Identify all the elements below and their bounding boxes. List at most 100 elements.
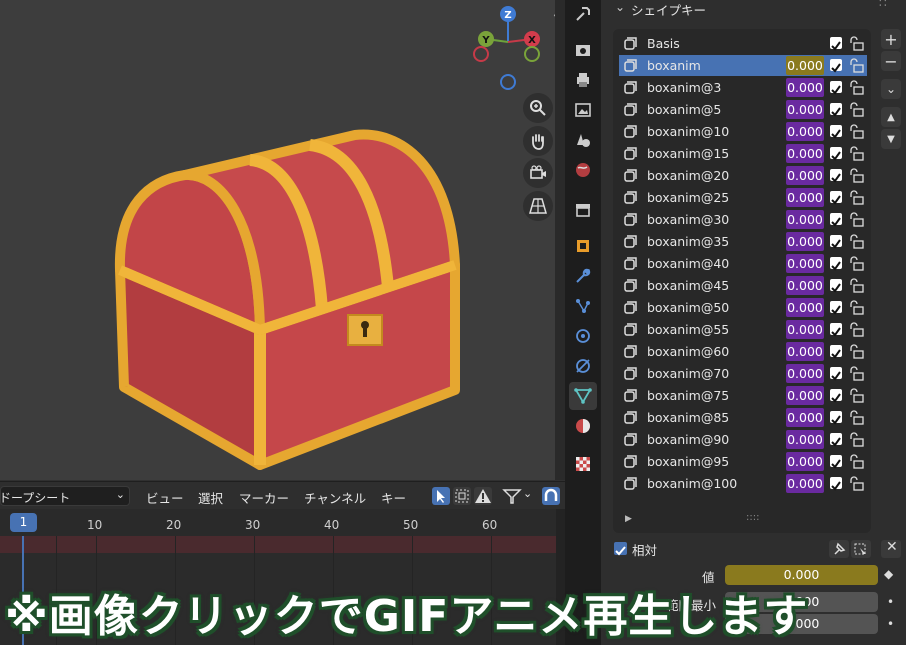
keyframe-dot-icon[interactable]: •	[887, 617, 894, 631]
mute-checkbox[interactable]	[830, 235, 842, 249]
mute-checkbox[interactable]	[830, 279, 842, 293]
lock-icon[interactable]	[848, 432, 864, 447]
triangle-right-icon[interactable]: ▶	[625, 514, 632, 524]
shape-key-value[interactable]: 0.000	[786, 408, 824, 427]
shape-key-row[interactable]: boxanim@30 0.000	[619, 209, 867, 230]
keyframe-diamond-icon[interactable]: ◆	[884, 567, 893, 581]
shape-key-value[interactable]: 0.000	[786, 452, 824, 471]
shape-key-value[interactable]: 0.000	[786, 144, 824, 163]
remove-shape-key-button[interactable]: −	[881, 51, 901, 71]
shape-key-value[interactable]: 0.000	[786, 56, 824, 75]
shape-key-value[interactable]: 0.000	[786, 210, 824, 229]
shape-key-value[interactable]: 0.000	[786, 364, 824, 383]
shape-key-row[interactable]: boxanim@75 0.000	[619, 385, 867, 406]
shape-key-row[interactable]: boxanim@35 0.000	[619, 231, 867, 252]
current-frame-indicator[interactable]: 1	[10, 513, 37, 532]
clear-button[interactable]: ✕	[881, 539, 901, 558]
mute-checkbox[interactable]	[830, 81, 842, 95]
shape-key-row[interactable]: boxanim@95 0.000	[619, 451, 867, 472]
shape-key-row[interactable]: boxanim@90 0.000	[619, 429, 867, 450]
tab-modifiers[interactable]	[569, 262, 597, 290]
tab-tool[interactable]	[569, 0, 597, 28]
menu-marker[interactable]: マーカー	[239, 488, 289, 507]
lock-icon[interactable]	[848, 278, 864, 293]
lock-icon[interactable]	[848, 58, 864, 73]
panel-title[interactable]: シェイプキー	[631, 0, 706, 19]
camera-view-button[interactable]	[523, 158, 553, 188]
pan-button[interactable]	[523, 126, 553, 156]
lock-icon[interactable]	[848, 168, 864, 183]
navigation-gizmo[interactable]: Z Y X	[468, 2, 550, 92]
mute-checkbox[interactable]	[830, 477, 842, 491]
frame-ruler[interactable]: 1 10 20 30 40 50 60	[0, 509, 556, 536]
tab-physics[interactable]	[569, 322, 597, 350]
mute-checkbox[interactable]	[830, 323, 842, 337]
lock-icon[interactable]	[848, 124, 864, 139]
shape-key-row[interactable]: boxanim@85 0.000	[619, 407, 867, 428]
shape-key-row[interactable]: boxanim@5 0.000	[619, 99, 867, 120]
lock-icon[interactable]	[848, 410, 864, 425]
shape-key-value[interactable]: 0.000	[786, 342, 824, 361]
mute-checkbox[interactable]	[830, 59, 842, 73]
lock-icon[interactable]	[848, 212, 864, 227]
mute-checkbox[interactable]	[830, 37, 842, 51]
lock-icon[interactable]	[848, 190, 864, 205]
menu-view[interactable]: ビュー	[146, 488, 184, 507]
shape-key-row[interactable]: boxanim@45 0.000	[619, 275, 867, 296]
shape-key-value[interactable]: 0.000	[786, 78, 824, 97]
shape-key-row[interactable]: boxanim@70 0.000	[619, 363, 867, 384]
shape-key-row[interactable]: boxanim@100 0.000	[619, 473, 867, 494]
shape-key-value[interactable]: 0.000	[786, 232, 824, 251]
editor-type-dropdown[interactable]: ドープシート ⌄	[0, 486, 130, 506]
lock-icon[interactable]	[848, 146, 864, 161]
tab-collection[interactable]	[569, 196, 597, 224]
tab-view-layer[interactable]	[569, 96, 597, 124]
tab-object[interactable]	[569, 232, 597, 260]
shape-key-value[interactable]: 0.000	[786, 474, 824, 493]
edit-mode-button[interactable]	[851, 540, 871, 558]
shape-key-value[interactable]: 0.000	[786, 188, 824, 207]
lock-icon[interactable]	[848, 80, 864, 95]
tab-world[interactable]	[569, 156, 597, 184]
lock-icon[interactable]	[848, 256, 864, 271]
3d-viewport[interactable]: Z Y X ‹	[0, 0, 558, 480]
tab-constraints[interactable]	[569, 352, 597, 380]
specials-menu-button[interactable]: ⌄	[881, 79, 901, 99]
mute-checkbox[interactable]	[830, 345, 842, 359]
tab-output[interactable]	[569, 66, 597, 94]
menu-key[interactable]: キー	[381, 488, 406, 507]
shape-key-row[interactable]: boxanim@25 0.000	[619, 187, 867, 208]
shape-key-value[interactable]: 0.000	[786, 254, 824, 273]
mute-checkbox[interactable]	[830, 389, 842, 403]
shape-key-row[interactable]: boxanim@50 0.000	[619, 297, 867, 318]
shape-key-value[interactable]: 0.000	[786, 320, 824, 339]
shape-key-value[interactable]: 0.000	[786, 276, 824, 295]
shape-key-row[interactable]: boxanim@10 0.000	[619, 121, 867, 142]
lock-icon[interactable]	[848, 388, 864, 403]
perspective-toggle-button[interactable]	[523, 191, 553, 221]
tab-texture[interactable]	[569, 450, 597, 478]
keyframe-dot-icon[interactable]: •	[887, 595, 894, 609]
tab-material[interactable]	[569, 412, 597, 440]
shape-key-row[interactable]: boxanim@3 0.000	[619, 77, 867, 98]
shape-key-row[interactable]: boxanim@20 0.000	[619, 165, 867, 186]
mute-checkbox[interactable]	[830, 455, 842, 469]
shape-key-row[interactable]: boxanim@60 0.000	[619, 341, 867, 362]
mute-checkbox[interactable]	[830, 433, 842, 447]
relative-checkbox[interactable]	[614, 542, 627, 556]
shape-key-value[interactable]: 0.000	[786, 122, 824, 141]
lock-icon[interactable]	[848, 366, 864, 381]
lock-icon[interactable]	[848, 476, 864, 491]
shape-key-value[interactable]: 0.000	[786, 298, 824, 317]
mute-checkbox[interactable]	[830, 213, 842, 227]
list-resize-handle[interactable]: ::::	[746, 512, 759, 523]
add-shape-key-button[interactable]: +	[881, 29, 901, 49]
lock-icon[interactable]	[848, 234, 864, 249]
shape-key-row[interactable]: Basis	[619, 33, 867, 54]
lock-icon[interactable]	[848, 322, 864, 337]
chevron-down-icon[interactable]: ⌄	[615, 0, 625, 14]
move-up-button[interactable]: ▲	[881, 107, 901, 127]
gif-play-caption[interactable]: ※画像クリックでGIFアニメ再生します	[5, 580, 808, 644]
mute-checkbox[interactable]	[830, 257, 842, 271]
mute-checkbox[interactable]	[830, 147, 842, 161]
